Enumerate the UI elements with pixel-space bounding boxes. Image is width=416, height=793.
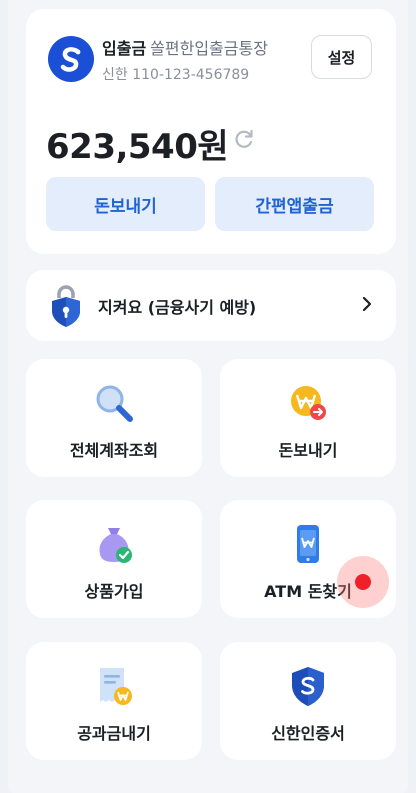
tile-label: 공과금내기 [77,724,151,743]
app-withdraw-button[interactable]: 간편앱출금 [215,177,374,231]
account-balance: 623,540원 [46,127,229,167]
touch-indicator [337,556,389,608]
tile-label: 돈보내기 [278,441,338,460]
touch-indicator-core [355,574,371,590]
money-bag-check-icon [99,528,132,563]
bill-won-icon [100,668,132,705]
fraud-prevention-label: 지켜요 (금융사기 예방) [98,298,257,317]
app-screen: 입출금 쏠편한입출금통장 신한 110-123-456789 설정 623,540… [0,0,416,793]
tile-label: 전체계좌조회 [69,441,159,460]
chevron-right-icon [362,296,372,312]
won-coin-send-icon [291,386,326,420]
tile-shinhan-certificate[interactable]: 신한인증서 [220,642,396,760]
transfer-button[interactable]: 돈보내기 [46,177,205,231]
account-product: 쏠편한입출금통장 [150,39,268,58]
tile-label: 신한인증서 [271,724,345,743]
refresh-icon[interactable] [232,127,256,151]
tile-product-signup[interactable]: 상품가입 [26,500,202,618]
account-card[interactable]: 입출금 쏠편한입출금통장 신한 110-123-456789 설정 623,540… [26,9,396,254]
shield-lock-icon [52,285,80,327]
tile-all-accounts[interactable]: 전체계좌조회 [26,359,202,477]
settings-button[interactable]: 설정 [311,35,372,79]
shield-s-icon [292,667,324,706]
magnifier-icon [96,385,133,422]
fraud-prevention-banner[interactable]: 지켜요 (금융사기 예방) [26,270,396,341]
account-number: 신한 110-123-456789 [102,67,250,83]
shinhan-logo-icon [48,36,94,82]
account-type: 입출금 [102,39,147,58]
tile-label: 상품가입 [84,582,144,601]
account-name: 입출금 쏠편한입출금통장 [102,35,268,59]
phone-won-icon [297,525,319,563]
tile-transfer[interactable]: 돈보내기 [220,359,396,477]
tile-utility-bills[interactable]: 공과금내기 [26,642,202,760]
